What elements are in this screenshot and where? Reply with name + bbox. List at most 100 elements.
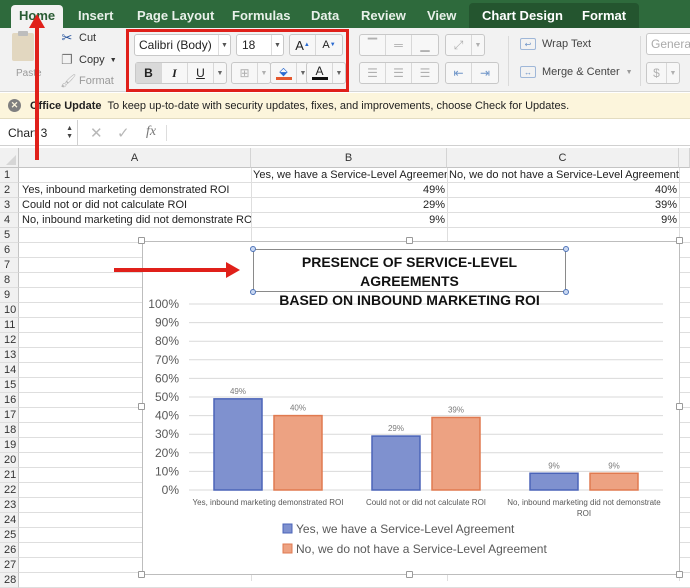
row-header-14[interactable]: 14 — [0, 363, 19, 378]
close-icon[interactable]: ✕ — [8, 99, 21, 112]
cell-a4[interactable]: No, inbound marketing did not demonstrat… — [20, 213, 251, 228]
bar — [589, 472, 639, 491]
merge-dropdown-icon[interactable]: ▼ — [626, 69, 633, 76]
tab-data[interactable]: Data — [311, 6, 339, 28]
chart-resize-handle[interactable] — [138, 403, 145, 410]
increase-indent-button[interactable]: ⇥ — [472, 63, 498, 83]
row-header-9[interactable]: 9 — [0, 288, 19, 303]
cell-c3[interactable]: 39% — [447, 198, 679, 213]
row-header-8[interactable]: 8 — [0, 273, 19, 288]
row-header-7[interactable]: 7 — [0, 258, 19, 273]
tab-format[interactable]: Format — [582, 6, 626, 28]
row-header-1[interactable]: 1 — [0, 168, 19, 183]
cell-b1[interactable]: Yes, we have a Service-Level Agreement — [251, 168, 447, 183]
number-format-select[interactable]: General — [646, 33, 690, 55]
row-header-13[interactable]: 13 — [0, 348, 19, 363]
row-header-2[interactable]: 2 — [0, 183, 19, 198]
orientation-dropdown-icon[interactable]: ▼ — [472, 35, 484, 55]
title-resize-handle[interactable] — [563, 246, 569, 252]
orientation-group: ⤢ ▼ — [445, 34, 485, 56]
chart-resize-handle[interactable] — [676, 571, 683, 578]
copy-button[interactable]: ❐ Copy ▼ — [60, 52, 117, 68]
cut-button[interactable]: ✂ Cut — [60, 30, 97, 46]
row-header-18[interactable]: 18 — [0, 423, 19, 438]
cell-b2[interactable]: 49% — [251, 183, 447, 198]
align-middle-button[interactable]: ═ — [386, 35, 412, 55]
row-header-19[interactable]: 19 — [0, 438, 19, 453]
row-header-24[interactable]: 24 — [0, 513, 19, 528]
merge-center-button[interactable]: ↔ Merge & Center ▼ — [520, 66, 633, 78]
currency-button[interactable]: $ — [647, 63, 667, 83]
row-header-22[interactable]: 22 — [0, 483, 19, 498]
select-all-corner[interactable] — [0, 148, 19, 168]
tab-chart-design[interactable]: Chart Design — [482, 6, 563, 28]
column-header-d[interactable] — [679, 148, 690, 168]
chart-resize-handle[interactable] — [676, 403, 683, 410]
row-header-10[interactable]: 10 — [0, 303, 19, 318]
chart-resize-handle[interactable] — [676, 237, 683, 244]
tab-review[interactable]: Review — [361, 6, 406, 28]
row-header-15[interactable]: 15 — [0, 378, 19, 393]
column-header-b[interactable]: B — [251, 148, 447, 168]
wrap-text-button[interactable]: ↩ Wrap Text — [520, 38, 591, 50]
cancel-icon[interactable]: ✕ — [90, 124, 103, 142]
bar-data-label: 29% — [388, 424, 404, 433]
row-header-20[interactable]: 20 — [0, 453, 19, 468]
paste-icon[interactable] — [12, 31, 34, 61]
row-header-12[interactable]: 12 — [0, 333, 19, 348]
copy-dropdown-icon[interactable]: ▼ — [110, 57, 117, 64]
tab-view[interactable]: View — [427, 6, 456, 28]
cell-c4[interactable]: 9% — [447, 213, 679, 228]
name-box-value: Chart 3 — [8, 126, 48, 140]
currency-dropdown-icon[interactable]: ▼ — [667, 63, 679, 83]
row-header-21[interactable]: 21 — [0, 468, 19, 483]
tab-formulas[interactable]: Formulas — [232, 6, 291, 28]
name-box[interactable]: Chart 3 ▲ ▼ — [0, 120, 78, 146]
row-header-3[interactable]: 3 — [0, 198, 19, 213]
chart-resize-handle[interactable] — [406, 571, 413, 578]
chart-resize-handle[interactable] — [138, 237, 145, 244]
align-top-button[interactable]: ▔ — [360, 35, 386, 55]
insert-function-icon[interactable]: fx — [146, 124, 156, 140]
tab-insert[interactable]: Insert — [78, 6, 113, 28]
name-box-spinner-icon[interactable]: ▲ ▼ — [66, 125, 73, 141]
title-resize-handle[interactable] — [250, 246, 256, 252]
row-header-16[interactable]: 16 — [0, 393, 19, 408]
cell-c1[interactable]: No, we do not have a Service-Level Agree… — [447, 168, 679, 183]
row-header-27[interactable]: 27 — [0, 558, 19, 573]
column-header-a[interactable]: A — [19, 148, 251, 168]
format-painter-button[interactable]: 🖌 Format — [60, 73, 114, 89]
align-center-button[interactable]: ☰ — [386, 63, 412, 83]
chart-resize-handle[interactable] — [406, 237, 413, 244]
horizontal-align-group: ☰ ☰ ☰ — [359, 62, 439, 84]
cell-c2[interactable]: 40% — [447, 183, 679, 198]
orientation-icon[interactable]: ⤢ — [446, 35, 472, 55]
chart-3[interactable]: 0% 10% 20% 30% 40% 50% 60% 70% 80% 90% 100% 49% 40% Y… — [142, 241, 680, 575]
decrease-indent-button[interactable]: ⇤ — [446, 63, 472, 83]
cell-a2[interactable]: Yes, inbound marketing demonstrated ROI — [20, 183, 251, 198]
cell-b3[interactable]: 29% — [251, 198, 447, 213]
row-header-25[interactable]: 25 — [0, 528, 19, 543]
legend-label: Yes, we have a Service-Level Agreement — [296, 522, 515, 536]
row-header-23[interactable]: 23 — [0, 498, 19, 513]
row-header-26[interactable]: 26 — [0, 543, 19, 558]
row-header-11[interactable]: 11 — [0, 318, 19, 333]
column-header-c[interactable]: C — [447, 148, 679, 168]
align-right-button[interactable]: ☰ — [412, 63, 438, 83]
title-resize-handle[interactable] — [250, 289, 256, 295]
tab-page-layout[interactable]: Page Layout — [137, 6, 214, 28]
row-header-17[interactable]: 17 — [0, 408, 19, 423]
row-header-6[interactable]: 6 — [0, 243, 19, 258]
title-resize-handle[interactable] — [563, 289, 569, 295]
row-header-5[interactable]: 5 — [0, 228, 19, 243]
chart-title[interactable]: PRESENCE OF SERVICE-LEVEL AGREEMENTS BAS… — [253, 249, 566, 308]
enter-icon[interactable]: ✓ — [117, 124, 130, 142]
chart-resize-handle[interactable] — [138, 571, 145, 578]
cell-b4[interactable]: 9% — [251, 213, 447, 228]
y-tick-label: 80% — [155, 334, 179, 348]
row-header-4[interactable]: 4 — [0, 213, 19, 228]
indent-group: ⇤ ⇥ — [445, 62, 499, 84]
align-bottom-button[interactable]: ▁ — [412, 35, 438, 55]
align-left-button[interactable]: ☰ — [360, 63, 386, 83]
cell-a3[interactable]: Could not or did not calculate ROI — [20, 198, 251, 213]
